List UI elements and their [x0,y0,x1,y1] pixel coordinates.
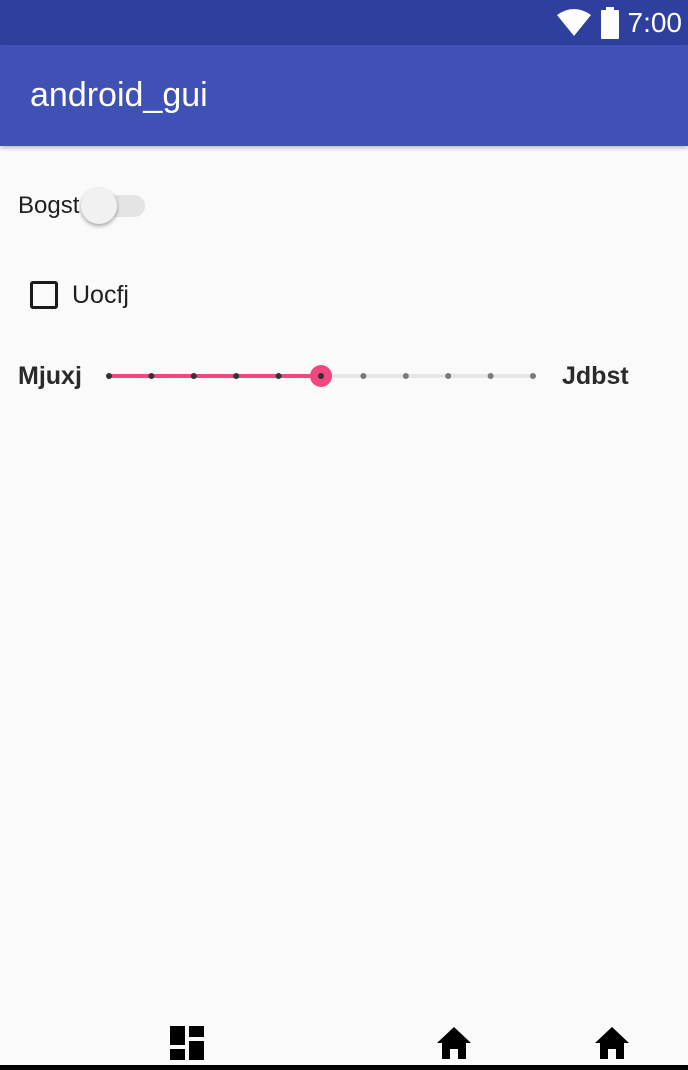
app-title: android_gui [30,76,208,114]
home-icon[interactable] [436,1026,472,1060]
slider-tick [190,373,197,379]
seek-slider[interactable] [100,354,544,398]
slider-min-label: Mjuxj [18,362,82,390]
navigation-bar [0,1020,688,1070]
checkbox-row[interactable]: Uocfj [30,278,129,312]
checkbox[interactable] [30,281,58,309]
status-icons: 7:00 [556,0,683,45]
slider-tick [275,373,282,379]
slider-tick [360,373,367,379]
main-content: Bogst Uocfj Mjuxj Jdbst [0,146,688,1036]
dashboard-icon[interactable] [170,1026,204,1060]
slider-max-label: Jdbst [562,362,629,390]
switch-row: Bogst [18,184,146,228]
switch-thumb [81,188,118,224]
wifi-icon [556,8,591,36]
slider-tick [445,373,452,379]
slider-row: Mjuxj Jdbst [0,354,688,398]
slider-tick [106,373,112,379]
status-time: 7:00 [627,7,683,38]
home-icon[interactable] [594,1026,630,1060]
slider-tick [148,373,155,379]
slider-tick [402,373,409,379]
switch-label: Bogst [18,192,80,219]
status-bar: 7:00 [0,0,688,45]
toggle-switch[interactable] [79,184,146,228]
slider-tick [530,373,536,379]
checkbox-label: Uocfj [72,280,129,309]
app-bar: android_gui [0,45,688,146]
slider-tick [318,373,324,379]
slider-tick [487,373,494,379]
slider-tick [233,373,240,379]
nav-bar-line [0,1065,688,1070]
battery-icon [600,6,619,39]
